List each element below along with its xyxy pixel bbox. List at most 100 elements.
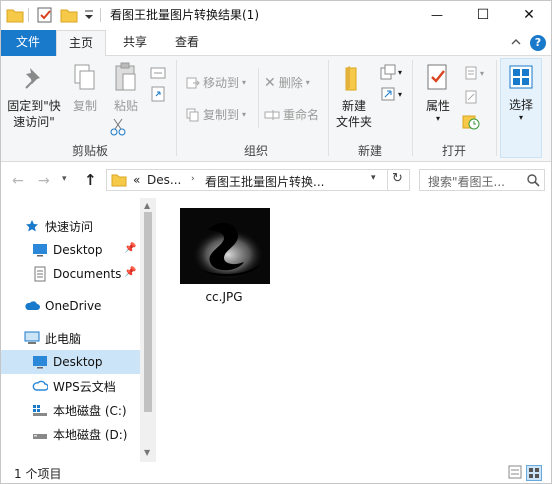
search-input[interactable]: 搜索"看图王... — [428, 173, 505, 190]
rename-button[interactable]: 重命名 — [264, 106, 319, 123]
nav-label: Desktop — [53, 355, 103, 369]
address-dropdown-button[interactable]: ▾ — [371, 173, 376, 183]
breadcrumb-current[interactable]: 看图王批量图片转换... — [205, 173, 324, 190]
properties-quick-icon[interactable] — [36, 6, 54, 24]
ribbon-separator — [258, 68, 259, 128]
status-bar: 1 个项目 — [0, 462, 552, 484]
file-item[interactable]: cc.JPG — [178, 206, 270, 306]
scrollbar-thumb[interactable] — [144, 212, 152, 412]
nav-item-quick-access[interactable]: 快速访问 — [0, 214, 140, 238]
address-bar[interactable]: « Des... › 看图王批量图片转换... ▾ ↻ — [106, 169, 410, 191]
breadcrumb-desktop[interactable]: Des... — [147, 173, 181, 187]
chevron-down-icon: ▾ — [62, 174, 67, 184]
collapse-ribbon-icon[interactable] — [510, 37, 522, 47]
tab-file[interactable]: 文件 — [0, 30, 56, 56]
nav-item-onedrive[interactable]: OneDrive — [0, 294, 140, 318]
dropdown-arrow-icon: ▾ — [398, 67, 403, 77]
breadcrumb-overflow[interactable]: « — [133, 173, 140, 187]
customize-quick-access-icon[interactable] — [84, 8, 94, 22]
tab-view[interactable]: 查看 — [162, 30, 212, 56]
nav-item-disk-d[interactable]: 本地磁盘 (D:) — [0, 422, 140, 446]
item-count: 1 个项目 — [14, 467, 62, 481]
nav-item-documents-pinned[interactable]: Documents — [0, 262, 140, 286]
search-icon[interactable] — [526, 173, 540, 187]
nav-label: 快速访问 — [45, 219, 94, 234]
forward-button[interactable]: → — [38, 173, 50, 189]
group-label-open: 打开 — [441, 144, 466, 158]
folder-icon — [111, 172, 127, 188]
cut-icon[interactable] — [110, 118, 126, 136]
nav-item-this-pc[interactable]: 此电脑 — [0, 326, 140, 350]
group-label-organize: 组织 — [243, 144, 268, 158]
easy-access-button[interactable]: ▾ — [380, 86, 402, 102]
desktop-icon — [32, 354, 48, 370]
up-button[interactable]: ↑ — [84, 171, 97, 189]
pin-icon — [18, 62, 50, 94]
nav-item-wps-cloud[interactable]: WPS云文档 — [0, 374, 140, 398]
ribbon-separator — [328, 60, 329, 156]
cloud-icon — [24, 298, 40, 314]
open-button[interactable]: ▾ — [464, 66, 484, 80]
ribbon-separator — [496, 60, 497, 156]
copy-to-label: 复制到 — [203, 108, 240, 122]
copy-icon — [72, 62, 98, 94]
ribbon-separator — [412, 60, 413, 156]
pin-label-1: 固定到"快 — [7, 99, 61, 113]
nav-item-desktop-pinned[interactable]: Desktop — [0, 238, 140, 262]
new-folder-quick-icon[interactable] — [60, 6, 78, 24]
details-view-icon[interactable] — [508, 465, 522, 479]
new-item-icon — [380, 64, 396, 80]
dropdown-arrow-icon: ▾ — [480, 68, 485, 78]
new-item-button[interactable]: ▾ — [380, 64, 402, 80]
history-icon[interactable] — [462, 114, 480, 130]
tab-share[interactable]: 共享 — [110, 30, 160, 56]
back-arrow-icon: ← — [12, 173, 24, 189]
refresh-icon: ↻ — [392, 171, 403, 186]
move-to-button[interactable]: 移动到 ▾ — [186, 74, 246, 91]
rename-icon — [264, 109, 280, 121]
maximize-button[interactable]: ☐ — [460, 0, 506, 30]
scroll-up-icon[interactable]: ▲ — [144, 201, 150, 210]
address-divider — [387, 170, 388, 190]
copy-label: 复制 — [72, 99, 97, 113]
copy-button[interactable]: 复制 — [68, 62, 102, 114]
new-folder-button[interactable]: 新建 文件夹 — [334, 62, 374, 130]
refresh-button[interactable]: ↻ — [392, 171, 403, 186]
select-icon — [509, 65, 533, 89]
recent-locations-button[interactable]: ▾ — [62, 174, 67, 184]
breadcrumb-separator-icon[interactable]: › — [191, 174, 195, 184]
new-folder-label-2: 文件夹 — [335, 115, 372, 129]
close-button[interactable]: ✕ — [506, 0, 552, 30]
chevron-down-icon: ▾ — [371, 173, 376, 183]
nav-label: Documents — [53, 267, 122, 281]
tab-home[interactable]: 主页 — [56, 30, 106, 57]
delete-button[interactable]: ✕ 删除 ▾ — [264, 74, 310, 91]
pin-quick-access-button[interactable]: 固定到"快 速访问" — [6, 62, 62, 130]
paste-button[interactable]: 粘贴 — [108, 62, 144, 114]
back-button[interactable]: ← — [12, 173, 24, 189]
search-box[interactable]: 搜索"看图王... — [419, 169, 545, 191]
scroll-down-icon[interactable]: ▼ — [144, 448, 150, 457]
copy-to-button[interactable]: 复制到 ▾ — [186, 106, 246, 123]
select-button[interactable]: 选择 ▾ — [500, 58, 542, 158]
help-icon[interactable]: ? — [530, 35, 546, 51]
nav-item-disk-c[interactable]: 本地磁盘 (C:) — [0, 398, 140, 422]
minimize-button[interactable]: — — [414, 0, 460, 30]
easy-access-icon — [380, 86, 396, 102]
large-icons-view-icon[interactable] — [526, 465, 542, 481]
nav-scrollbar[interactable]: ▲ ▼ — [140, 198, 156, 462]
nav-item-desktop[interactable]: Desktop — [0, 350, 140, 374]
edit-icon[interactable] — [464, 90, 478, 104]
paste-shortcut-icon[interactable] — [150, 86, 166, 102]
title-bar: 看图王批量图片转换结果(1) — ☐ ✕ — [0, 0, 552, 30]
nav-label: WPS云文档 — [53, 379, 116, 394]
dropdown-arrow-icon: ▾ — [242, 110, 247, 119]
properties-button[interactable]: 属性 ▾ — [418, 62, 458, 123]
nav-label: 此电脑 — [45, 331, 82, 346]
copy-to-icon — [186, 108, 200, 122]
move-to-label: 移动到 — [203, 76, 240, 90]
windows-drive-icon — [32, 402, 48, 418]
drive-icon — [32, 426, 48, 442]
minimize-icon: — — [431, 8, 443, 22]
copy-path-icon[interactable] — [150, 66, 166, 80]
